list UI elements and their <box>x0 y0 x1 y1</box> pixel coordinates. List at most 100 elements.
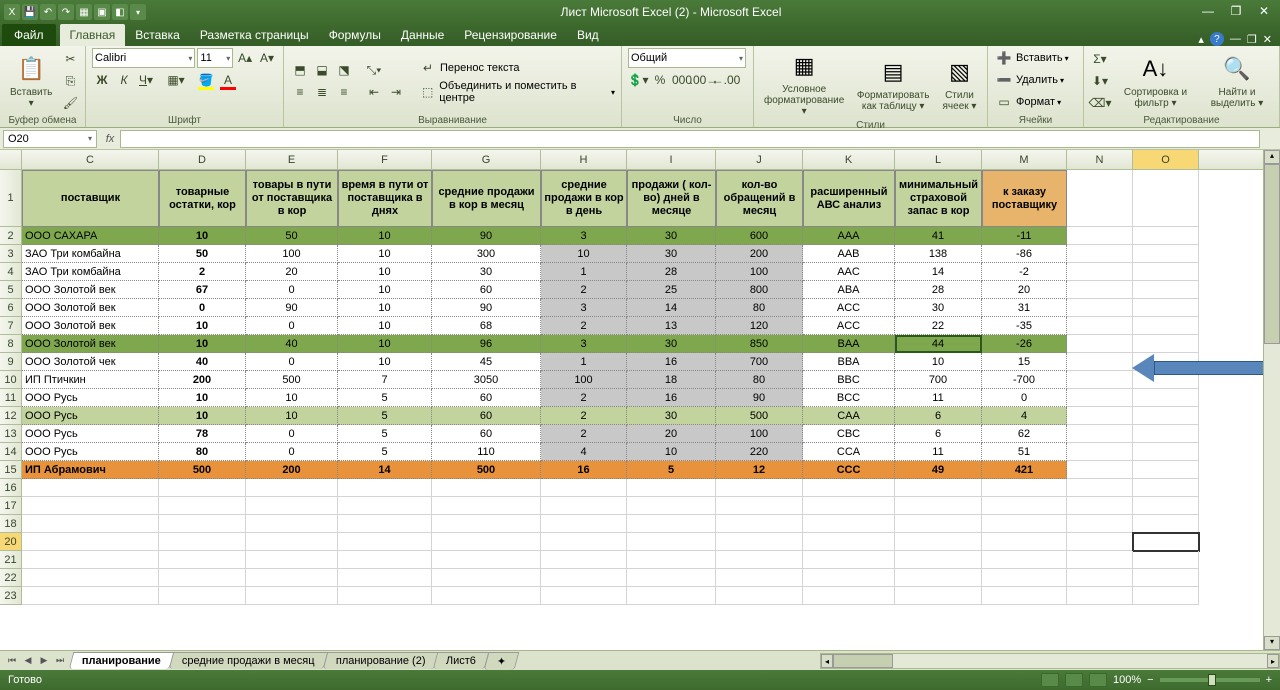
data-cell[interactable]: 30 <box>627 227 716 245</box>
data-cell[interactable]: 3 <box>541 299 627 317</box>
spreadsheet-grid[interactable]: 1поставщиктоварные остатки, кортовары в … <box>0 170 1280 605</box>
data-cell[interactable]: 10 <box>159 317 246 335</box>
copy-icon[interactable]: ⎘ <box>60 71 80 91</box>
data-cell[interactable]: 10 <box>159 227 246 245</box>
cell[interactable] <box>1133 317 1199 335</box>
restore-button[interactable]: ❐ <box>1224 4 1248 20</box>
data-cell[interactable]: 10 <box>159 335 246 353</box>
cell[interactable] <box>803 479 895 497</box>
data-cell[interactable]: -35 <box>982 317 1067 335</box>
data-cell[interactable]: 30 <box>627 245 716 263</box>
row-header[interactable]: 2 <box>0 227 22 245</box>
ribbon-tab-6[interactable]: Вид <box>567 24 609 46</box>
horizontal-scrollbar[interactable]: ◂ ▸ <box>820 653 1280 669</box>
cell[interactable] <box>22 569 159 587</box>
data-cell[interactable]: 2 <box>541 407 627 425</box>
data-cell[interactable]: 200 <box>716 245 803 263</box>
clear-icon[interactable]: ⌫▾ <box>1090 93 1110 113</box>
data-cell[interactable]: 500 <box>159 461 246 479</box>
data-cell[interactable]: AAB <box>803 245 895 263</box>
data-cell[interactable]: ИП Птичкин <box>22 371 159 389</box>
data-cell[interactable]: 200 <box>159 371 246 389</box>
data-cell[interactable]: AAA <box>803 227 895 245</box>
data-cell[interactable]: 16 <box>541 461 627 479</box>
cell[interactable] <box>716 551 803 569</box>
data-cell[interactable]: 68 <box>432 317 541 335</box>
data-cell[interactable]: 10 <box>338 245 432 263</box>
data-cell[interactable]: ООО Золотой век <box>22 335 159 353</box>
ribbon-tab-4[interactable]: Данные <box>391 24 454 46</box>
prev-sheet-icon[interactable]: ◀ <box>20 653 36 669</box>
cell[interactable] <box>432 569 541 587</box>
ribbon-tab-5[interactable]: Рецензирование <box>454 24 567 46</box>
minimize-button[interactable]: — <box>1196 4 1220 20</box>
cell[interactable] <box>895 551 982 569</box>
fill-icon[interactable]: ⬇▾ <box>1090 71 1110 91</box>
font-size-combo[interactable]: 11▾ <box>197 48 233 68</box>
data-cell[interactable]: 10 <box>338 299 432 317</box>
cell[interactable] <box>982 515 1067 533</box>
data-cell[interactable]: ООО Золотой чек <box>22 353 159 371</box>
cell[interactable] <box>22 587 159 605</box>
data-cell[interactable]: 10 <box>338 335 432 353</box>
cell[interactable] <box>1133 425 1199 443</box>
cell[interactable] <box>716 515 803 533</box>
cell[interactable] <box>338 515 432 533</box>
data-cell[interactable]: 850 <box>716 335 803 353</box>
cell[interactable] <box>432 479 541 497</box>
cell[interactable] <box>1133 170 1199 227</box>
table-header[interactable]: расширенный АВС анализ <box>803 170 895 227</box>
data-cell[interactable]: 30 <box>627 335 716 353</box>
paste-button[interactable]: 📋 Вставить▾ <box>6 51 56 111</box>
cell[interactable] <box>159 569 246 587</box>
workbook-minimize-icon[interactable]: — <box>1230 33 1241 45</box>
data-cell[interactable]: 14 <box>627 299 716 317</box>
data-cell[interactable]: 11 <box>895 443 982 461</box>
workbook-restore-icon[interactable]: ❐ <box>1247 33 1257 46</box>
cell[interactable] <box>1067 353 1133 371</box>
data-cell[interactable]: -2 <box>982 263 1067 281</box>
cell[interactable] <box>1133 443 1199 461</box>
data-cell[interactable]: CCC <box>803 461 895 479</box>
cell[interactable] <box>541 551 627 569</box>
cell[interactable] <box>432 587 541 605</box>
data-cell[interactable]: 10 <box>338 227 432 245</box>
data-cell[interactable]: 700 <box>716 353 803 371</box>
data-cell[interactable]: 100 <box>541 371 627 389</box>
redo-icon[interactable]: ↷ <box>58 4 74 20</box>
decrease-decimal-icon[interactable]: ←.00 <box>716 70 736 90</box>
cell[interactable] <box>803 497 895 515</box>
data-cell[interactable]: 14 <box>338 461 432 479</box>
data-cell[interactable]: 100 <box>246 245 338 263</box>
data-cell[interactable]: 10 <box>338 353 432 371</box>
table-header[interactable]: товары в пути от поставщика в кор <box>246 170 338 227</box>
data-cell[interactable]: 67 <box>159 281 246 299</box>
merge-center-button[interactable]: ⬚Объединить и поместить в центре▾ <box>418 80 615 104</box>
data-cell[interactable]: 800 <box>716 281 803 299</box>
data-cell[interactable]: 12 <box>716 461 803 479</box>
cell[interactable] <box>338 587 432 605</box>
conditional-format-button[interactable]: ▦Условное форматирование ▾ <box>760 48 848 119</box>
cell[interactable] <box>895 587 982 605</box>
italic-button[interactable]: К <box>114 70 134 90</box>
cell[interactable] <box>1067 551 1133 569</box>
row-header[interactable]: 10 <box>0 371 22 389</box>
format-cells-button[interactable]: ▭Формат▾ <box>994 92 1077 112</box>
data-cell[interactable]: 40 <box>159 353 246 371</box>
cell[interactable] <box>1067 227 1133 245</box>
scroll-left-icon[interactable]: ◂ <box>821 654 833 668</box>
row-header[interactable]: 13 <box>0 425 22 443</box>
data-cell[interactable]: 421 <box>982 461 1067 479</box>
qat-icon[interactable]: ◧ <box>112 4 128 20</box>
data-cell[interactable]: 45 <box>432 353 541 371</box>
data-cell[interactable]: ООО Золотой век <box>22 299 159 317</box>
data-cell[interactable]: 20 <box>627 425 716 443</box>
data-cell[interactable]: CAA <box>803 407 895 425</box>
cell[interactable] <box>1133 335 1199 353</box>
cell[interactable] <box>159 551 246 569</box>
row-header[interactable]: 18 <box>0 515 22 533</box>
cell[interactable] <box>1067 245 1133 263</box>
data-cell[interactable]: 11 <box>895 389 982 407</box>
cell[interactable] <box>22 533 159 551</box>
row-header[interactable]: 23 <box>0 587 22 605</box>
